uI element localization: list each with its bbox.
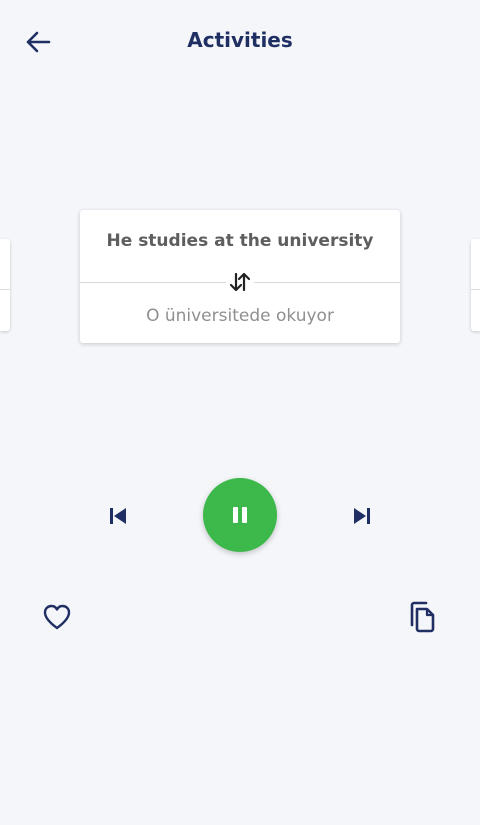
- app-header: Activities: [0, 0, 480, 82]
- heart-outline-icon: [43, 604, 71, 630]
- favorite-button[interactable]: [40, 601, 74, 633]
- flash-card[interactable]: He studies at the university O üniversit…: [80, 210, 400, 343]
- skip-next-icon: [354, 508, 370, 524]
- previous-button[interactable]: [105, 503, 131, 529]
- previous-card-divider: [0, 289, 10, 290]
- next-card-divider: [471, 289, 480, 290]
- page-title: Activities: [187, 28, 293, 52]
- next-card-preview[interactable]: [471, 239, 480, 331]
- copy-icon: [410, 601, 435, 633]
- skip-previous-icon: [110, 508, 126, 524]
- swap-vertical-icon[interactable]: [226, 270, 254, 294]
- pause-button[interactable]: [203, 478, 277, 552]
- pause-icon: [233, 507, 247, 523]
- previous-card-preview[interactable]: [0, 239, 10, 331]
- card-back-text: O üniversitede okuyor: [146, 306, 334, 326]
- next-button[interactable]: [349, 503, 375, 529]
- copy-button[interactable]: [405, 600, 439, 634]
- card-front-text: He studies at the university: [106, 231, 374, 251]
